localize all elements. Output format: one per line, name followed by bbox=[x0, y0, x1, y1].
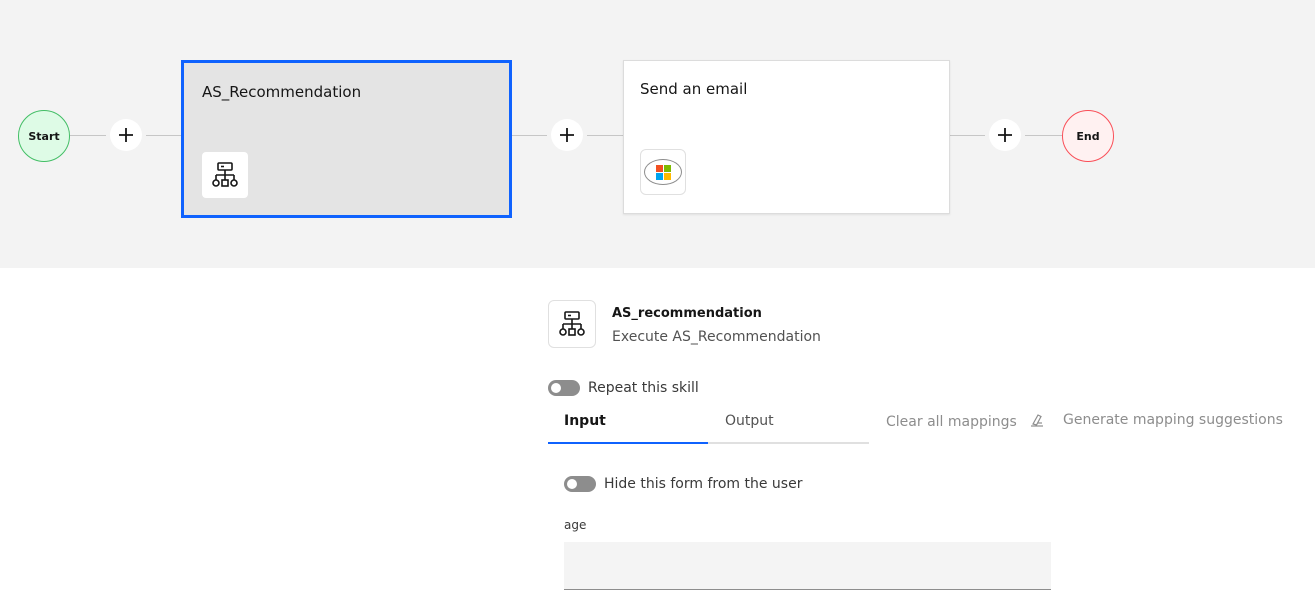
flow-end-node: End bbox=[1062, 110, 1114, 162]
connector-line bbox=[146, 135, 181, 136]
flow-node-as-recommendation[interactable]: AS_Recommendation bbox=[181, 60, 512, 218]
age-field-label: age bbox=[564, 518, 587, 532]
node-title: AS_Recommendation bbox=[202, 83, 362, 101]
repeat-skill-label: Repeat this skill bbox=[588, 380, 699, 396]
connector-line bbox=[950, 135, 985, 136]
connector-line bbox=[1025, 135, 1062, 136]
plus-icon bbox=[998, 128, 1012, 142]
plus-icon bbox=[119, 128, 133, 142]
tab-input[interactable]: Input bbox=[548, 402, 708, 444]
skill-hierarchy-icon bbox=[548, 300, 596, 348]
tab-output[interactable]: Output bbox=[709, 402, 869, 444]
add-step-button[interactable] bbox=[989, 119, 1021, 151]
eraser-icon bbox=[1029, 412, 1045, 432]
hide-form-toggle[interactable] bbox=[564, 476, 596, 492]
skill-name: AS_recommendation bbox=[612, 306, 762, 321]
clear-mappings-button[interactable]: Clear all mappings bbox=[886, 412, 1045, 432]
flow-start-label: Start bbox=[28, 129, 60, 143]
add-step-button[interactable] bbox=[551, 119, 583, 151]
skill-description: Execute AS_Recommendation bbox=[612, 329, 821, 345]
flow-end-label: End bbox=[1076, 129, 1100, 143]
microsoft-logo-icon bbox=[640, 149, 686, 195]
hide-form-label: Hide this form from the user bbox=[604, 476, 803, 492]
connector-line bbox=[70, 135, 106, 136]
mapping-tabs: Input Output bbox=[548, 402, 869, 444]
connector-line bbox=[587, 135, 623, 136]
clear-mappings-label: Clear all mappings bbox=[886, 414, 1017, 430]
flow-start-node: Start bbox=[18, 110, 70, 162]
hierarchy-icon bbox=[202, 152, 248, 198]
plus-icon bbox=[560, 128, 574, 142]
generate-suggestions-button[interactable]: Generate mapping suggestions bbox=[1063, 412, 1283, 428]
repeat-skill-toggle[interactable] bbox=[548, 380, 580, 396]
node-title: Send an email bbox=[640, 80, 748, 98]
add-step-button[interactable] bbox=[110, 119, 142, 151]
flow-canvas: Start AS_Recommendation Send an email En… bbox=[0, 0, 1315, 268]
age-field[interactable] bbox=[564, 542, 1051, 590]
flow-node-send-email[interactable]: Send an email bbox=[623, 60, 950, 214]
connector-line bbox=[512, 135, 547, 136]
